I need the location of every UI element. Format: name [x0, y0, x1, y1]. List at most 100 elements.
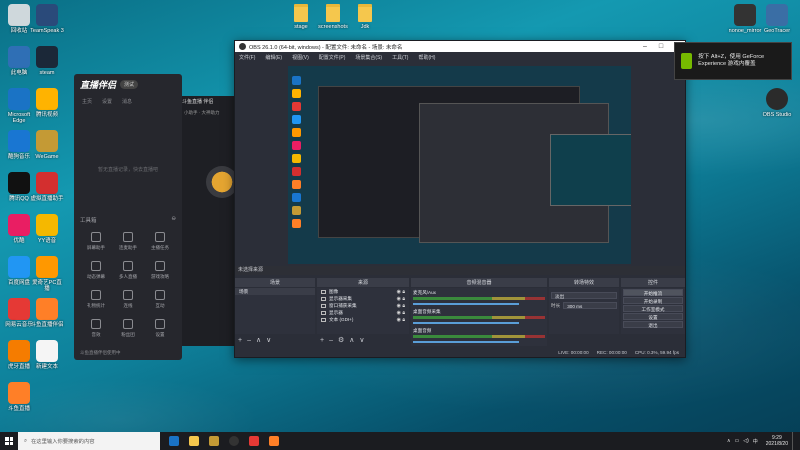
- eye-icon[interactable]: ◉ 🔒︎: [397, 310, 405, 316]
- desktop-icon[interactable]: 爱奇艺PC直播: [30, 256, 64, 292]
- desktop-icon[interactable]: GeoTracer: [760, 4, 794, 34]
- desktop-icon[interactable]: 斗鱼直播: [2, 382, 36, 412]
- source-item[interactable]: 文本 (GDI+) ◉ 🔒︎: [317, 316, 409, 323]
- taskbar-app-netease[interactable]: [204, 432, 224, 450]
- taskbar-app-cloudmusic[interactable]: [244, 432, 264, 450]
- ime-icon[interactable]: 中: [753, 438, 758, 445]
- taskbar-search[interactable]: ⌕ 在这里输入你要搜索的内容: [18, 432, 160, 450]
- source-type-icon: [321, 303, 326, 308]
- control-button[interactable]: 工作室模式: [623, 305, 683, 312]
- control-button[interactable]: 设置: [623, 313, 683, 320]
- taskbar-app-obs[interactable]: [224, 432, 244, 450]
- sources-list[interactable]: 图像 ◉ 🔒︎ 显示器采集 ◉ 🔒︎ 窗口捕获采集 ◉ 🔒︎ 显示器 ◉ 🔒︎ 文本 (GDI+…: [317, 288, 409, 334]
- menu-item[interactable]: 帮助(H): [418, 54, 435, 61]
- control-button[interactable]: 退出: [623, 321, 683, 328]
- menu-item[interactable]: 编辑(E): [265, 54, 282, 61]
- transition-select[interactable]: 淡出: [551, 292, 617, 299]
- obs-window[interactable]: OBS 26.1.0 (64-bit, windows) - 配置文件: 未命名…: [234, 40, 686, 358]
- desktop-icon[interactable]: OBS Studio: [760, 88, 794, 118]
- taskbar-app-douyu[interactable]: [264, 432, 284, 450]
- move-down-icon[interactable]: ∨: [359, 336, 364, 344]
- chevron-up-icon[interactable]: ∧: [727, 438, 731, 444]
- desktop-icon[interactable]: 腾讯视频: [30, 88, 64, 118]
- desktop-icon[interactable]: 虚拟直播助手: [30, 172, 64, 202]
- menu-item[interactable]: 场景集合(S): [355, 54, 382, 61]
- clock[interactable]: 9:29 2021/8/20: [766, 435, 788, 447]
- show-desktop-button[interactable]: [792, 432, 796, 450]
- desktop-icon[interactable]: nonoe_mirror: [728, 4, 762, 34]
- audio-mixer[interactable]: 麦克风/Aux 桌面音频采集 桌面音频: [411, 288, 547, 346]
- folder-label: Jdk: [360, 24, 370, 30]
- maximize-icon[interactable]: □: [653, 43, 669, 50]
- source-item[interactable]: 显示器采集 ◉ 🔒︎: [317, 295, 409, 302]
- streaming-helper-window[interactable]: 直播伴侣 测试 主页 设置 消息 暂无直播记录，快去直播吧 工具箱 ⊖ 屏幕助手…: [74, 74, 182, 360]
- control-button[interactable]: 开始录制: [623, 297, 683, 304]
- desktop-folder[interactable]: stage: [284, 4, 318, 30]
- menu-item[interactable]: 视图(V): [292, 54, 309, 61]
- desktop-folder[interactable]: Jdk: [348, 4, 382, 30]
- desktop-icon[interactable]: steam: [30, 46, 64, 76]
- add-icon[interactable]: +: [320, 337, 324, 344]
- move-down-icon[interactable]: ∨: [266, 336, 271, 344]
- obs-title-bar[interactable]: OBS 26.1.0 (64-bit, windows) - 配置文件: 未命名…: [235, 41, 685, 52]
- toolbox-item[interactable]: 连麦助手: [112, 232, 144, 251]
- desktop-icon[interactable]: YY语音: [30, 214, 64, 244]
- network-icon[interactable]: ▭: [734, 438, 739, 444]
- tab-messages[interactable]: 消息: [122, 98, 132, 105]
- toolbox-item[interactable]: 屏幕助手: [80, 232, 112, 251]
- toolbox-item[interactable]: 主播任务: [144, 232, 176, 251]
- volume-slider[interactable]: [413, 303, 519, 305]
- duration-label: 时长: [551, 302, 561, 308]
- eye-icon[interactable]: ◉ 🔒︎: [397, 303, 405, 309]
- toolbox-item[interactable]: 游戏攻略: [144, 261, 176, 280]
- toolbox-item[interactable]: 设置: [144, 319, 176, 338]
- volume-slider[interactable]: [413, 322, 519, 324]
- preview-desktop-icons: [292, 76, 306, 232]
- menu-item[interactable]: 文件(F): [239, 54, 255, 61]
- desktop-icon[interactable]: 新建文本: [30, 340, 64, 370]
- collapse-icon[interactable]: ⊖: [171, 216, 176, 224]
- move-up-icon[interactable]: ∧: [256, 336, 261, 344]
- tool-icon: [155, 261, 165, 271]
- gear-icon[interactable]: ⚙: [338, 336, 344, 344]
- eye-icon[interactable]: ◉ 🔒︎: [397, 296, 405, 302]
- tab-settings[interactable]: 设置: [102, 98, 112, 105]
- desktop-icon[interactable]: 斗鱼直播伴侣: [30, 298, 64, 328]
- remove-icon[interactable]: –: [247, 337, 251, 344]
- source-item[interactable]: 显示器 ◉ 🔒︎: [317, 309, 409, 316]
- taskbar-app-explorer[interactable]: [184, 432, 204, 450]
- taskbar-app-edge[interactable]: [164, 432, 184, 450]
- menu-item[interactable]: 配置文件(P): [319, 54, 346, 61]
- eye-icon[interactable]: ◉ 🔒︎: [397, 317, 405, 323]
- toolbox-item[interactable]: 动态弹幕: [80, 261, 112, 280]
- move-up-icon[interactable]: ∧: [349, 336, 354, 344]
- desktop-folder[interactable]: screenshots: [316, 4, 350, 30]
- menu-item[interactable]: 工具(T): [392, 54, 408, 61]
- source-item[interactable]: 图像 ◉ 🔒︎: [317, 288, 409, 295]
- start-button[interactable]: [0, 432, 18, 450]
- scene-item[interactable]: 场景: [235, 288, 315, 295]
- toolbox-item[interactable]: 多人直播: [112, 261, 144, 280]
- control-button[interactable]: 开始推流: [623, 289, 683, 296]
- program-preview[interactable]: [288, 66, 631, 264]
- remove-icon[interactable]: –: [329, 337, 333, 344]
- toolbox-item[interactable]: 连线: [112, 290, 144, 309]
- geforce-notification[interactable]: 按下 Alt+Z，使用 GeForce Experience 游戏内覆盖: [674, 42, 792, 80]
- scenes-list[interactable]: 场景: [235, 288, 315, 334]
- tab-home[interactable]: 主页: [82, 98, 92, 105]
- duration-input[interactable]: 300 ms: [563, 302, 617, 309]
- desktop-icon[interactable]: WeGame: [30, 130, 64, 160]
- toolbox-item[interactable]: 粉丝团: [112, 319, 144, 338]
- sources-toolbar: + – ⚙ ∧ ∨: [317, 336, 409, 345]
- source-item[interactable]: 窗口捕获采集 ◉ 🔒︎: [317, 302, 409, 309]
- volume-slider[interactable]: [413, 341, 519, 343]
- add-icon[interactable]: +: [238, 337, 242, 344]
- nested-preview: [550, 134, 631, 206]
- desktop-icon[interactable]: TeamSpeak 3: [30, 4, 64, 34]
- eye-icon[interactable]: ◉ 🔒︎: [397, 289, 405, 295]
- toolbox-item[interactable]: 互动: [144, 290, 176, 309]
- toolbox-item[interactable]: 礼物统计: [80, 290, 112, 309]
- volume-icon[interactable]: ◁): [743, 438, 749, 444]
- toolbox-item[interactable]: 音效: [80, 319, 112, 338]
- minimize-icon[interactable]: –: [637, 43, 653, 50]
